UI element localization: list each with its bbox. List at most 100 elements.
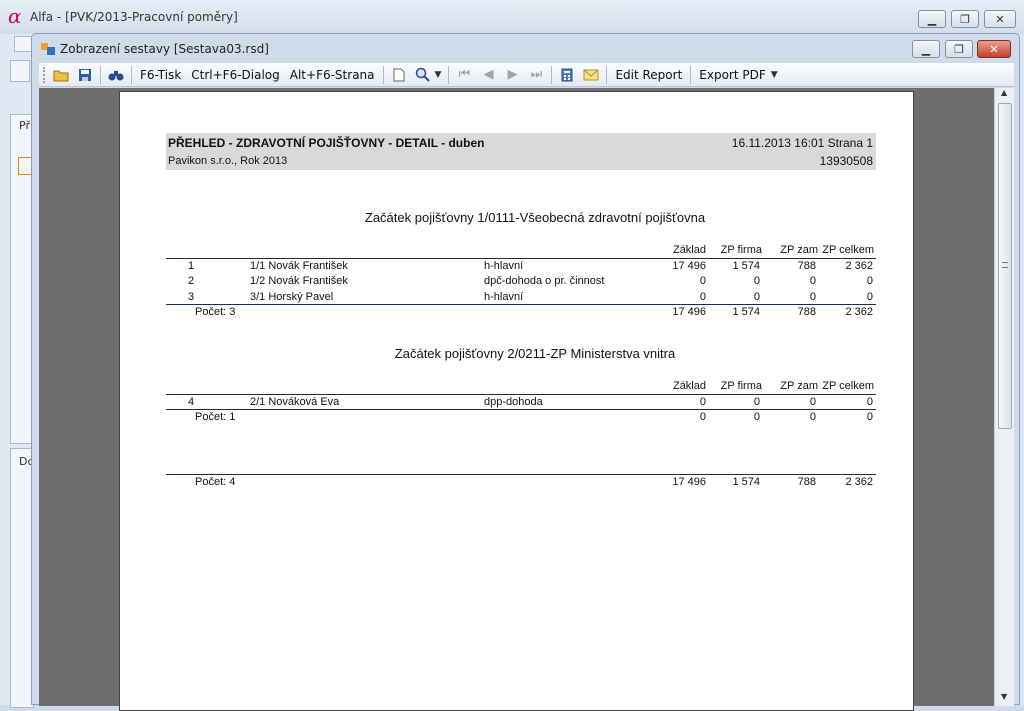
report-datetime: 16.11.2013 16:01 Strana 1 <box>731 136 873 150</box>
row-zp-zam: 0 <box>809 396 816 408</box>
previous-page-icon[interactable]: ◀ <box>478 65 498 85</box>
group-heading: Začátek pojišťovny 2/0211-ZP Ministerstv… <box>394 346 676 361</box>
total-rule <box>166 409 876 410</box>
group-total-label: Počet: 1 <box>195 411 236 423</box>
app-panel-label: Př <box>19 119 30 132</box>
row-zaklad: 0 <box>699 275 706 287</box>
report-preview-area[interactable]: PŘEHLED - ZDRAVOTNÍ POJIŠŤOVNY - DETAIL … <box>39 88 994 711</box>
inner-close-button[interactable]: ✕ <box>977 40 1011 58</box>
edit-report-button[interactable]: Edit Report <box>610 68 687 82</box>
inner-maximize-button[interactable]: ❐ <box>945 40 973 58</box>
row-type: h-hlavní <box>484 291 524 303</box>
total-zp-celkem: 0 <box>866 411 873 423</box>
app-toolbar-icon[interactable] <box>10 60 30 82</box>
email-icon[interactable] <box>581 65 601 85</box>
report-page: PŘEHLED - ZDRAVOTNÍ POJIŠŤOVNY - DETAIL … <box>119 91 914 711</box>
column-header: Základ <box>672 244 706 256</box>
group-total-label: Počet: 3 <box>195 306 236 318</box>
total-rule <box>166 304 876 305</box>
row-zp-celkem: 2 362 <box>845 260 873 272</box>
app-toolbar-icon[interactable] <box>14 36 32 52</box>
column-header: ZP celkem <box>822 244 874 256</box>
column-header: ZP celkem <box>822 380 874 392</box>
column-header: ZP firma <box>720 380 762 392</box>
report-window-title: Zobrazení sestavy [Sestava03.rsd] <box>60 42 269 56</box>
row-type: h-hlavní <box>484 260 524 272</box>
row-zp-celkem: 0 <box>866 291 873 303</box>
export-dropdown-icon[interactable]: ▼ <box>771 70 778 80</box>
grand-total-zaklad: 17 496 <box>672 476 706 488</box>
calculator-icon[interactable] <box>557 65 577 85</box>
row-zp-celkem: 0 <box>866 275 873 287</box>
outer-window-title: Alfa - [PVK/2013-Pracovní poměry] <box>30 10 238 24</box>
row-zp-firma: 1 574 <box>732 260 760 272</box>
grand-total-rule <box>166 474 876 475</box>
row-zp-zam: 0 <box>809 291 816 303</box>
zoom-dropdown-icon[interactable]: ▼ <box>435 70 442 80</box>
toolbar-grip[interactable] <box>43 66 49 83</box>
row-zaklad: 0 <box>699 291 706 303</box>
row-name: 2/1 Nováková Eva <box>250 396 340 408</box>
grand-total-zp-firma: 1 574 <box>732 476 760 488</box>
total-zp-zam: 788 <box>797 306 816 318</box>
total-zp-zam: 0 <box>809 411 816 423</box>
row-number: 1 <box>188 260 195 272</box>
column-header: ZP zam <box>780 244 818 256</box>
report-toolbar: F6-Tisk Ctrl+F6-Dialog Alt+F6-Strana ▼ ⏮… <box>39 63 1014 87</box>
total-zp-celkem: 2 362 <box>845 306 873 318</box>
outer-maximize-button[interactable]: ❐ <box>951 10 979 28</box>
last-page-icon[interactable]: ⏭ <box>526 65 546 85</box>
row-zp-firma: 0 <box>753 396 760 408</box>
header-rule <box>166 394 876 395</box>
alfa-logo-icon: α <box>8 4 22 28</box>
toolbar-separator <box>551 65 553 84</box>
toolbar-separator <box>606 65 608 84</box>
outer-minimize-button[interactable]: ▁ <box>918 10 946 28</box>
group-heading: Začátek pojišťovny 1/0111-Všeobecná zdra… <box>364 210 706 225</box>
binoculars-icon[interactable] <box>106 65 126 85</box>
export-pdf-button[interactable]: Export PDF <box>694 68 770 82</box>
header-rule <box>166 258 876 259</box>
row-zp-celkem: 0 <box>866 396 873 408</box>
zoom-icon[interactable] <box>413 65 433 85</box>
dialog-button[interactable]: Ctrl+F6-Dialog <box>186 68 285 82</box>
page-button[interactable]: Alt+F6-Strana <box>285 68 380 82</box>
row-number: 3 <box>188 291 195 303</box>
row-number: 4 <box>188 396 195 408</box>
app-panel-field[interactable] <box>18 157 32 175</box>
print-button[interactable]: F6-Tisk <box>135 68 186 82</box>
column-header: ZP zam <box>780 380 818 392</box>
save-icon[interactable] <box>75 65 95 85</box>
grand-total-label: Počet: 4 <box>195 476 236 488</box>
open-folder-icon[interactable] <box>51 65 71 85</box>
inner-minimize-button[interactable]: ▁ <box>912 40 940 58</box>
next-page-icon[interactable]: ▶ <box>502 65 522 85</box>
row-name: 1/2 Novák František <box>250 275 348 287</box>
grand-total-zp-celkem: 2 362 <box>845 476 873 488</box>
row-zp-zam: 0 <box>809 275 816 287</box>
row-name: 1/1 Novák František <box>250 260 348 272</box>
report-company: Pavikon s.r.o., Rok 2013 <box>168 155 288 167</box>
scroll-down-icon[interactable]: ▼ <box>1001 692 1007 701</box>
toolbar-separator <box>690 65 692 84</box>
total-zaklad: 0 <box>699 411 706 423</box>
scroll-up-icon[interactable]: ▲ <box>1001 88 1007 97</box>
row-type: dpč-dohoda o pr. činnost <box>484 275 605 287</box>
row-zaklad: 0 <box>699 396 706 408</box>
total-zaklad: 17 496 <box>672 306 706 318</box>
row-number: 2 <box>188 275 195 287</box>
vertical-scrollbar[interactable]: ▲ ▼ <box>994 88 1014 706</box>
toolbar-separator <box>448 65 450 84</box>
page-setup-icon[interactable] <box>389 65 409 85</box>
report-viewer-window: Zobrazení sestavy [Sestava03.rsd] ▁ ❐ ✕ … <box>31 33 1020 711</box>
first-page-icon[interactable]: ⏮ <box>454 65 474 85</box>
row-zp-zam: 788 <box>797 260 816 272</box>
row-type: dpp-dohoda <box>484 396 543 408</box>
outer-close-button[interactable]: ✕ <box>984 10 1016 28</box>
row-zp-firma: 0 <box>753 275 760 287</box>
grand-total-zp-zam: 788 <box>797 476 816 488</box>
scrollbar-thumb[interactable] <box>998 103 1012 429</box>
toolbar-separator <box>131 65 132 84</box>
report-window-icon <box>41 43 55 55</box>
outer-title-bar: α Alfa - [PVK/2013-Pracovní poměry] ▁ ❐ … <box>0 0 1024 34</box>
